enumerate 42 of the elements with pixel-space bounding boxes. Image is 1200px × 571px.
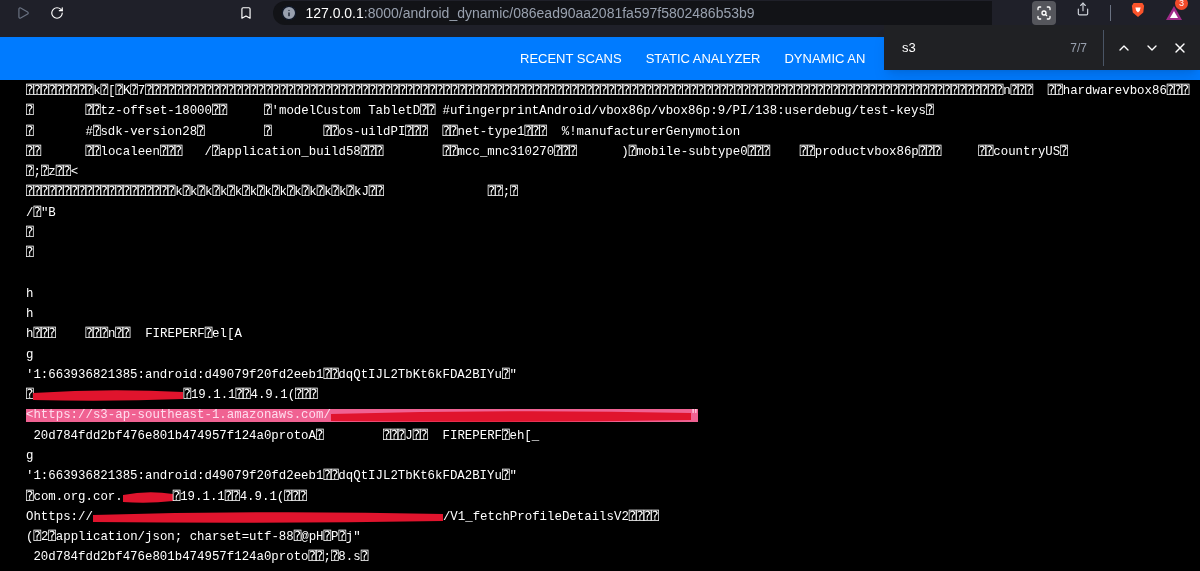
lion-shield-icon[interactable] [1130, 1, 1145, 19]
find-button[interactable] [1031, 1, 1056, 25]
reload-icon[interactable] [50, 5, 64, 21]
log-text: '1:663936821385:android:d49079f20fd2eeb1⍰⍰dqQtIJL2TbKt6kFDA2BIYu⍰" [26, 470, 517, 483]
log-text: 20d784fdd2bf476e801b474957f124a0proto⍰⍰;⍰8.s⍰ [32, 551, 369, 564]
log-text: /V1_fetchProfileDetailsV2⍰⍰⍰⍰ [442, 510, 659, 524]
log-text: h [26, 287, 34, 300]
log-text: ⍰19.1.1⍰⍰4.9.1(⍰⍰⍰ [183, 389, 318, 402]
match-count: 7/7 [1070, 39, 1087, 57]
log-text: " [690, 409, 699, 422]
log-text: ⍰ #⍰sdk-version28⍰ ⍰ ⍰⍰os-uildPI⍰⍰⍰ ⍰⍰net-type1⍰⍰⍰ %!manufacturerGenymotion [26, 125, 741, 138]
log-text: ⍰⍰ ⍰⍰localeen⍰⍰⍰ /⍰application_build58⍰⍰⍰ ⍰⍰mcc_mnc310270⍰⍰⍰ )⍰mobile-subtype0⍰⍰⍰ ⍰⍰productvbox86p⍰⍰⍰ ⍰⍰countryUS⍰ [26, 145, 1068, 159]
log-text: ⍰com.org.cor. [26, 490, 123, 503]
address-bar[interactable]: 127.0.0.1:8000/android_dynamic/086ead90aa2081fa597f5802486b53b9 [273, 1, 992, 25]
log-text: ⍰ ⍰⍰tz-offset-18000⍰⍰ ⍰'modelCustom TabletD⍰⍰ #ufingerprintAndroid/vbox86p/vbox86p:9/PI/138:userdebug/test-keys⍰ [26, 105, 934, 118]
log-text: ⍰;⍰z⍰⍰< [26, 166, 79, 179]
search-icon [1035, 5, 1052, 21]
log-text: ⍰ [26, 247, 34, 260]
log-text: '1:663936821385:android:d49079f20fd2eeb1⍰⍰dqQtIJL2TbKt6kFDA2BIYu⍰" [26, 368, 517, 382]
notification-badge: 3 [1175, 0, 1188, 10]
url-text: 127.0.0.1:8000/android_dynamic/086ead90aa2081fa597f5802486b53b9 [305, 3, 755, 23]
find-query[interactable]: s3 [902, 37, 1071, 58]
nav-link[interactable]: STATIC ANALYZER [645, 48, 761, 69]
bookmark-icon[interactable] [239, 5, 254, 21]
log-text: ⍰ [26, 227, 34, 240]
nav-link[interactable]: DYNAMIC AN [784, 48, 866, 69]
log-text: <https://s3-ap-southeast-1.amazonaws.com/ [26, 409, 331, 422]
log-text: (⍰2⍰application/json; charset=utf-88⍰@pH⍰P⍰j" [26, 531, 361, 544]
log-text: h⍰⍰⍰ ⍰⍰⍰n⍰⍰ FIREPERF⍰el[A [26, 328, 242, 341]
log-text: /⍰"B [26, 206, 56, 220]
log-text: ⍰⍰⍰⍰⍰⍰⍰⍰⍰⍰⍰⍰⍰⍰⍰⍰⍰⍰⍰⍰k⍰k⍰k⍰k⍰k⍰k⍰k⍰k⍰k⍰k⍰k⍰k⍰kJ⍰⍰ ⍰⍰;⍰ [26, 186, 518, 199]
log-text: 20d784fdd2bf476e801b474957f124a0protoA⍰ ⍰⍰⍰J⍰⍰ FIREPERF⍰eh[_ [32, 429, 540, 443]
nav-link[interactable]: RECENT SCANS [520, 48, 622, 69]
forward-icon[interactable] [16, 5, 30, 21]
info-icon [281, 5, 298, 21]
share-icon[interactable] [1075, 1, 1090, 17]
log-text: h [26, 307, 34, 321]
log-text: Ohttps:// [26, 510, 93, 524]
redaction-mark [122, 490, 173, 503]
log-text: ⍰⍰⍰⍰⍰⍰⍰⍰⍰k⍰[⍰K⍰7⍰⍰⍰⍰⍰⍰⍰⍰⍰⍰⍰⍰⍰⍰⍰⍰⍰⍰⍰⍰⍰⍰⍰⍰⍰⍰⍰⍰⍰⍰⍰⍰⍰⍰⍰⍰⍰⍰⍰⍰⍰⍰⍰⍰⍰⍰⍰⍰⍰⍰⍰⍰⍰⍰⍰⍰⍰⍰⍰⍰⍰⍰⍰⍰⍰⍰⍰⍰⍰⍰⍰⍰⍰⍰⍰⍰⍰⍰⍰⍰⍰⍰⍰⍰⍰⍰⍰⍰⍰⍰⍰⍰⍰⍰⍰⍰⍰⍰⍰⍰⍰⍰⍰⍰⍰⍰⍰⍰⍰⍰⍰⍰⍰⍰⍰n⍰⍰⍰ ⍰⍰hardwarevbox86⍰⍰⍰ [26, 84, 1190, 98]
log-text: g [26, 450, 34, 463]
log-text: g [26, 348, 34, 361]
